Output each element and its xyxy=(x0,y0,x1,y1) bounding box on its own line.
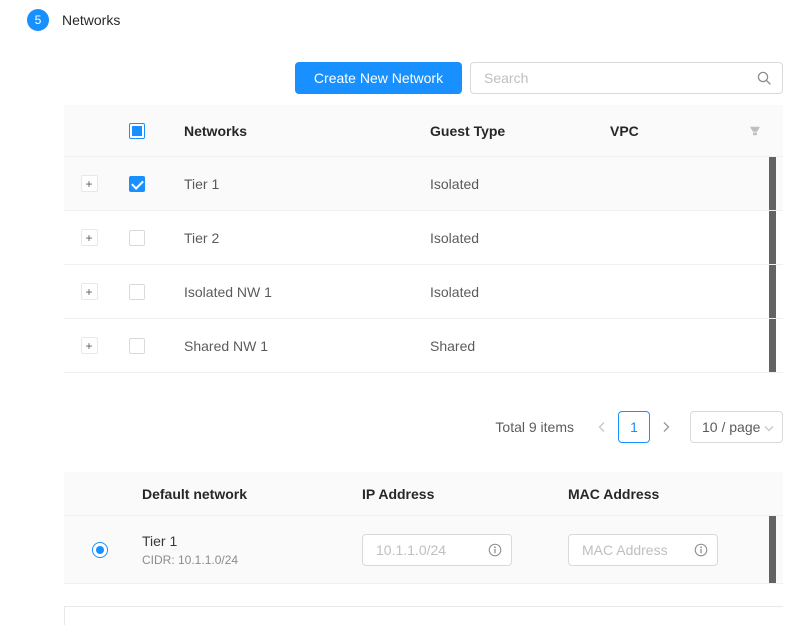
default-network-name: Tier 1 xyxy=(142,533,356,549)
network-name: Shared NW 1 xyxy=(160,338,406,354)
table-row[interactable]: + Tier 1 Isolated xyxy=(64,157,783,211)
default-network-row[interactable]: Tier 1 CIDR: 10.1.1.0/24 xyxy=(64,516,783,584)
table-row[interactable]: + Isolated NW 1 Isolated xyxy=(64,265,783,319)
ip-address-input[interactable] xyxy=(374,541,484,559)
row-checkbox[interactable] xyxy=(129,338,145,354)
previous-page-button[interactable] xyxy=(590,411,614,443)
guest-type-value: Isolated xyxy=(406,176,586,192)
scrollbar-thumb[interactable] xyxy=(769,157,776,210)
column-networks: Networks xyxy=(160,123,406,139)
search-input[interactable] xyxy=(482,69,757,87)
guest-type-value: Isolated xyxy=(406,284,586,300)
filter-icon[interactable] xyxy=(726,125,783,137)
column-vpc: VPC xyxy=(586,123,726,139)
scrollbar-thumb[interactable] xyxy=(769,211,776,264)
scrollbar-thumb[interactable] xyxy=(769,319,776,372)
step-title: Networks xyxy=(62,12,120,28)
page-number-button[interactable]: 1 xyxy=(618,411,650,443)
table-row[interactable]: + Tier 2 Isolated xyxy=(64,211,783,265)
column-ip-address: IP Address xyxy=(356,486,562,502)
search-box[interactable] xyxy=(470,62,783,94)
select-all-checkbox[interactable] xyxy=(129,123,145,139)
step-content: Create New Network Networks Guest Type V… xyxy=(64,62,783,625)
wizard-step-header: 5 Networks xyxy=(0,0,805,31)
guest-type-value: Shared xyxy=(406,338,586,354)
network-name: Tier 1 xyxy=(160,176,406,192)
row-checkbox[interactable] xyxy=(129,176,145,192)
content-bottom-divider xyxy=(64,606,783,625)
network-name: Tier 2 xyxy=(160,230,406,246)
networks-table: Networks Guest Type VPC + Tier 1 Isolate… xyxy=(64,105,783,373)
info-icon[interactable] xyxy=(694,543,708,557)
column-guest-type: Guest Type xyxy=(406,123,586,139)
default-network-table: Default network IP Address MAC Address T… xyxy=(64,472,783,584)
networks-table-header: Networks Guest Type VPC xyxy=(64,105,783,157)
ip-address-input-box[interactable] xyxy=(362,534,512,566)
page-size-select[interactable]: 10 / page xyxy=(690,411,783,443)
default-network-table-header: Default network IP Address MAC Address xyxy=(64,472,783,516)
expand-row-button[interactable]: + xyxy=(81,229,98,246)
scrollbar-thumb[interactable] xyxy=(769,265,776,318)
table-row[interactable]: + Shared NW 1 Shared xyxy=(64,319,783,373)
toolbar: Create New Network xyxy=(64,62,783,94)
pagination-total: Total 9 items xyxy=(495,419,574,435)
default-network-cidr: CIDR: 10.1.1.0/24 xyxy=(142,553,356,567)
network-name: Isolated NW 1 xyxy=(160,284,406,300)
expand-row-button[interactable]: + xyxy=(81,283,98,300)
next-page-button[interactable] xyxy=(654,411,678,443)
default-network-radio[interactable] xyxy=(92,542,108,558)
guest-type-value: Isolated xyxy=(406,230,586,246)
info-icon[interactable] xyxy=(488,543,502,557)
row-checkbox[interactable] xyxy=(129,284,145,300)
page-size-value: 10 / page xyxy=(702,419,760,435)
mac-address-input-box[interactable] xyxy=(568,534,718,566)
scrollbar-thumb[interactable] xyxy=(769,516,776,583)
chevron-down-icon xyxy=(764,419,774,435)
create-new-network-button[interactable]: Create New Network xyxy=(295,62,462,94)
mac-address-input[interactable] xyxy=(580,541,690,559)
column-mac-address: MAC Address xyxy=(562,486,783,502)
pagination: Total 9 items 1 10 / page xyxy=(64,411,783,443)
row-checkbox[interactable] xyxy=(129,230,145,246)
expand-row-button[interactable]: + xyxy=(81,175,98,192)
search-icon[interactable] xyxy=(757,71,771,85)
step-number-badge: 5 xyxy=(27,9,49,31)
column-default-network: Default network xyxy=(136,486,356,502)
expand-row-button[interactable]: + xyxy=(81,337,98,354)
